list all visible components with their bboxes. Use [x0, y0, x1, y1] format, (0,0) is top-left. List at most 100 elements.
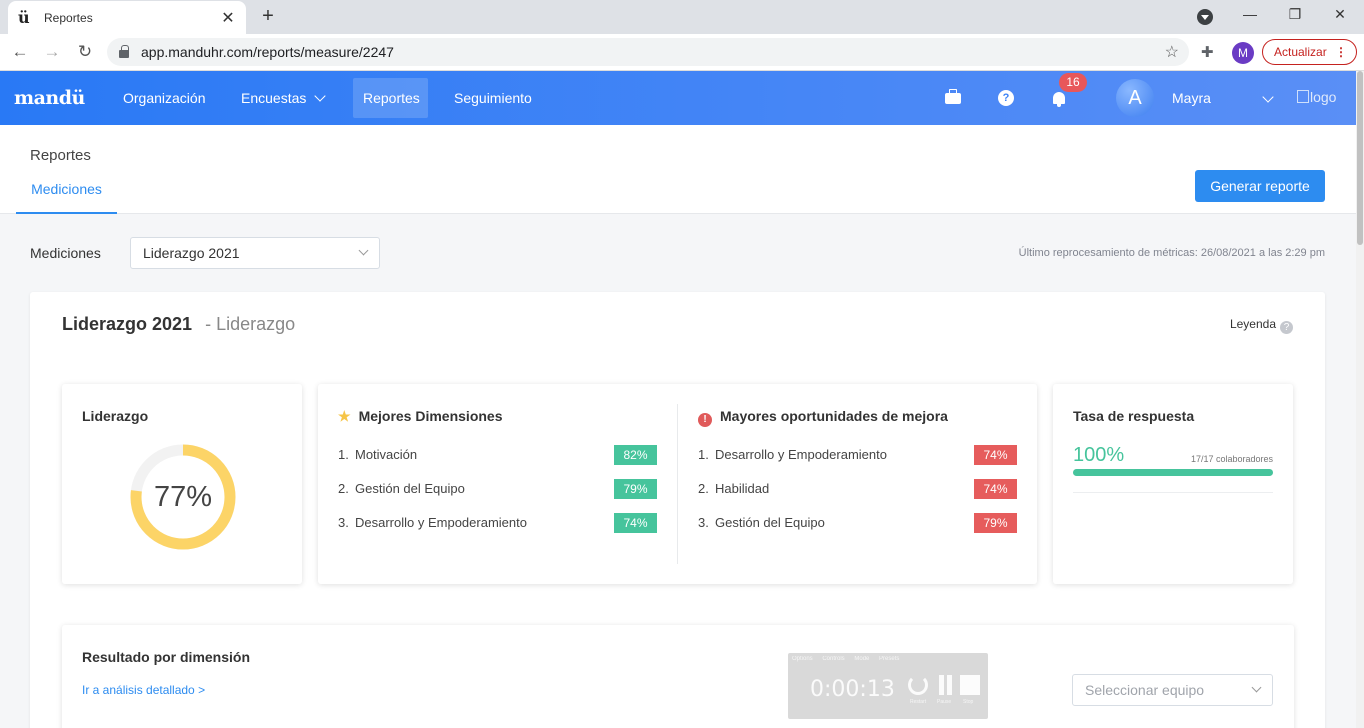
- timer-restart-label: Restart: [910, 699, 927, 705]
- chevron-down-icon: [358, 245, 369, 256]
- reprocess-timestamp: Último reprocesamiento de métricas: 26/0…: [1018, 247, 1325, 259]
- help-icon: ?: [1280, 321, 1293, 334]
- browser-tabstrip: ü Reportes ✕ + — ❐ ✕: [0, 0, 1364, 34]
- nav-organizacion[interactable]: Organización: [113, 78, 216, 118]
- reload-icon[interactable]: ↻: [75, 42, 95, 62]
- extensions-icon[interactable]: ✚: [1201, 43, 1214, 61]
- bell-icon[interactable]: [1053, 92, 1065, 107]
- response-progress-bar: [1073, 469, 1273, 476]
- rank-number: 2.: [338, 481, 349, 496]
- improvement-opportunities-title: ! Mayores oportunidades de mejora: [698, 408, 948, 427]
- divider: [1073, 492, 1273, 493]
- nav-encuestas-label: Encuestas: [241, 90, 307, 106]
- dimension-name: Desarrollo y Empoderamiento: [715, 447, 887, 462]
- help-icon[interactable]: ?: [998, 90, 1014, 106]
- timer-time: 0:00:13: [810, 677, 895, 702]
- brand-logo[interactable]: mandü: [14, 87, 85, 109]
- rank-number: 3.: [698, 515, 709, 530]
- dimension-name: Gestión del Equipo: [355, 481, 465, 496]
- dimension-name: Desarrollo y Empoderamiento: [355, 515, 527, 530]
- team-select[interactable]: Seleccionar equipo: [1072, 674, 1273, 706]
- rank-number: 2.: [698, 481, 709, 496]
- update-button[interactable]: Actualizar ⋮: [1262, 39, 1357, 65]
- team-select-placeholder: Seleccionar equipo: [1085, 682, 1205, 698]
- improvement-opportunities-label: Mayores oportunidades de mejora: [720, 408, 948, 424]
- bookmark-star-icon[interactable]: ☆: [1165, 42, 1179, 62]
- browser-menu-icon[interactable]: ⋮: [1335, 40, 1347, 64]
- window-close-icon[interactable]: ✕: [1328, 6, 1352, 23]
- response-rate-value: 100%: [1073, 444, 1125, 466]
- user-name[interactable]: Mayra: [1172, 90, 1211, 106]
- column-divider: [677, 404, 678, 564]
- page-scrollbar[interactable]: [1356, 71, 1364, 728]
- tab-close-icon[interactable]: ✕: [220, 8, 236, 28]
- response-rate-card: Tasa de respuesta 100% 17/17 colaborador…: [1053, 384, 1293, 584]
- response-progress-fill: [1073, 469, 1273, 476]
- tab-mediciones[interactable]: Mediciones: [16, 181, 117, 214]
- user-avatar[interactable]: A: [1116, 79, 1154, 117]
- notification-count-badge: 16: [1059, 73, 1087, 92]
- list-item: 3. Desarrollo y Empoderamiento 74%: [338, 513, 657, 533]
- restore-icon[interactable]: ❐: [1283, 6, 1307, 23]
- detailed-analysis-link[interactable]: Ir a análisis detallado >: [82, 683, 205, 697]
- best-dimensions-title: ★ Mejores Dimensiones: [338, 408, 503, 425]
- best-dimensions-label: Mejores Dimensiones: [358, 408, 503, 424]
- score-card-title: Liderazgo: [82, 408, 149, 424]
- score-card: Liderazgo 77%: [62, 384, 302, 584]
- page-header: Reportes Mediciones Generar reporte: [0, 125, 1356, 214]
- dimension-name: Gestión del Equipo: [715, 515, 825, 530]
- app-header: mandü Organización Encuestas Reportes Se…: [0, 71, 1356, 125]
- dimension-results-title: Resultado por dimensión: [82, 649, 251, 665]
- forward-icon[interactable]: →: [42, 42, 62, 62]
- chevron-down-icon: [314, 90, 327, 102]
- update-label: Actualizar: [1274, 45, 1327, 59]
- list-item: 3. Gestión del Equipo 79%: [698, 513, 1017, 533]
- dimension-score-badge: 79%: [614, 479, 657, 499]
- nav-seguimiento[interactable]: Seguimiento: [444, 78, 542, 118]
- response-count: 17/17 colaboradores: [1190, 454, 1273, 464]
- generate-report-button[interactable]: Generar reporte: [1195, 170, 1325, 202]
- dimension-score-badge: 79%: [974, 513, 1017, 533]
- nav-reportes[interactable]: Reportes: [353, 78, 428, 118]
- timer-pause-label: Pause: [937, 699, 952, 705]
- scrollbar-thumb[interactable]: [1357, 71, 1363, 245]
- timer-menu[interactable]: Options Controls Mode Presets: [792, 656, 899, 662]
- browser-tab[interactable]: ü Reportes ✕: [8, 1, 246, 34]
- dimension-results-card: Resultado por dimensión Ir a análisis de…: [62, 625, 1294, 728]
- report-panel: Liderazgo 2021 - Liderazgo Leyenda? Lide…: [30, 292, 1325, 728]
- response-rate-title: Tasa de respuesta: [1073, 408, 1195, 424]
- tab-favicon-icon: ü: [18, 7, 30, 27]
- stop-icon[interactable]: [960, 675, 980, 695]
- dimension-score-badge: 74%: [974, 445, 1017, 465]
- dimension-score-badge: 74%: [974, 479, 1017, 499]
- company-logo: logo: [1297, 89, 1336, 105]
- alert-icon: !: [698, 413, 712, 427]
- url-text[interactable]: app.manduhr.com/reports/measure/2247: [141, 44, 1165, 60]
- measure-select[interactable]: Liderazgo 2021: [130, 237, 380, 269]
- timer-overlay[interactable]: Options Controls Mode Presets 0:00:13 Re…: [788, 653, 988, 719]
- list-item: 1. Motivación 82%: [338, 445, 657, 465]
- list-item: 2. Habilidad 74%: [698, 479, 1017, 499]
- back-icon[interactable]: ←: [10, 42, 30, 62]
- tab-search-icon[interactable]: [1197, 9, 1213, 25]
- score-donut: 77%: [128, 442, 238, 552]
- address-bar[interactable]: app.manduhr.com/reports/measure/2247 ☆: [107, 38, 1189, 66]
- user-menu-chevron-icon[interactable]: [1262, 91, 1274, 103]
- nav-encuestas[interactable]: Encuestas: [231, 78, 334, 118]
- minimize-icon[interactable]: —: [1238, 6, 1262, 22]
- legend-button[interactable]: Leyenda?: [1230, 317, 1293, 334]
- new-tab-icon[interactable]: +: [258, 5, 278, 28]
- dimension-score-badge: 74%: [614, 513, 657, 533]
- lock-icon: [119, 45, 129, 58]
- pause-icon[interactable]: [936, 675, 956, 695]
- rank-number: 3.: [338, 515, 349, 530]
- briefcase-icon[interactable]: [945, 89, 961, 104]
- legend-label: Leyenda: [1229, 317, 1276, 331]
- rank-number: 1.: [338, 447, 349, 462]
- tab-title: Reportes: [44, 10, 93, 25]
- report-title: Liderazgo 2021 - Liderazgo: [62, 314, 295, 335]
- rank-number: 1.: [698, 447, 709, 462]
- profile-avatar[interactable]: M: [1232, 42, 1254, 64]
- restart-icon[interactable]: [908, 675, 928, 695]
- timer-stop-label: Stop: [963, 699, 974, 705]
